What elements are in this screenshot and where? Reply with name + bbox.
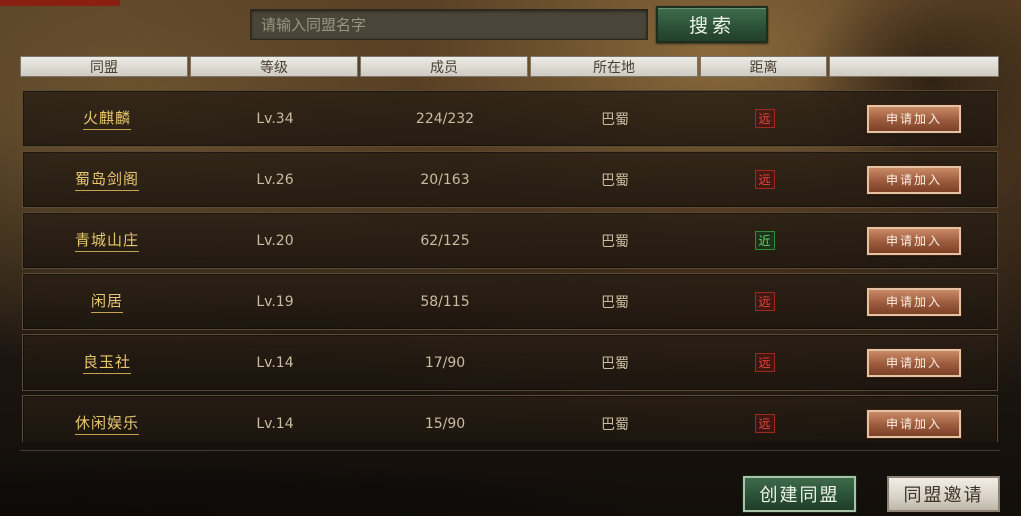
alliance-name[interactable]: 闲居 <box>90 290 123 313</box>
alliance-level-cell: Lv.19 <box>191 274 359 329</box>
alliance-level-cell: Lv.34 <box>191 91 359 146</box>
column-header-distance[interactable]: 距离 <box>700 56 827 77</box>
distance-badge: 远 <box>754 170 775 189</box>
alliance-location-cell: 巴蜀 <box>531 91 699 146</box>
apply-join-button[interactable]: 申请加入 <box>866 408 962 439</box>
column-header-action <box>829 56 999 77</box>
alliance-row[interactable]: 闲居 Lv.19 58/115 巴蜀 远 申请加入 <box>22 273 998 330</box>
alliance-members-cell: 20/163 <box>361 152 529 207</box>
list-divider <box>20 450 1000 451</box>
alliance-row[interactable]: 青城山庄 Lv.20 62/125 巴蜀 近 申请加入 <box>22 212 998 269</box>
alliance-members: 224/232 <box>415 110 475 127</box>
create-alliance-button[interactable]: 创建同盟 <box>742 475 857 513</box>
distance-cell: 远 <box>701 152 828 207</box>
alliance-location-cell: 巴蜀 <box>531 152 699 207</box>
action-cell: 申请加入 <box>830 335 998 390</box>
alliance-name-cell: 闲居 <box>23 274 191 329</box>
apply-join-button[interactable]: 申请加入 <box>866 286 962 317</box>
alliance-level-cell: Lv.20 <box>191 213 359 268</box>
alliance-level: Lv.14 <box>256 415 294 432</box>
alliance-members: 62/125 <box>420 232 470 249</box>
alliance-members: 15/90 <box>424 415 466 432</box>
alliance-members-cell: 15/90 <box>361 396 529 442</box>
alliance-location-cell: 巴蜀 <box>531 396 699 442</box>
alliance-level: Lv.20 <box>256 232 294 249</box>
alliance-members-cell: 62/125 <box>361 213 529 268</box>
distance-cell: 远 <box>701 396 828 442</box>
alliance-location-cell: 巴蜀 <box>531 213 699 268</box>
alliance-invite-button[interactable]: 同盟邀请 <box>887 476 1000 512</box>
alliance-row[interactable]: 休闲娱乐 Lv.14 15/90 巴蜀 远 申请加入 <box>22 395 998 442</box>
alliance-level: Lv.34 <box>256 110 294 127</box>
alliance-row[interactable]: 良玉社 Lv.14 17/90 巴蜀 远 申请加入 <box>22 334 998 391</box>
alliance-location-cell: 巴蜀 <box>531 274 699 329</box>
distance-cell: 近 <box>701 213 828 268</box>
alliance-location: 巴蜀 <box>601 355 629 372</box>
column-header-alliance[interactable]: 同盟 <box>20 56 188 77</box>
alliance-level: Lv.26 <box>256 171 294 188</box>
alliance-row[interactable]: 蜀岛剑阁 Lv.26 20/163 巴蜀 远 申请加入 <box>22 151 998 208</box>
action-cell: 申请加入 <box>830 91 998 146</box>
distance-cell: 远 <box>701 335 828 390</box>
alliance-location-cell: 巴蜀 <box>531 335 699 390</box>
action-cell: 申请加入 <box>830 274 998 329</box>
apply-join-button[interactable]: 申请加入 <box>866 225 962 256</box>
apply-join-button[interactable]: 申请加入 <box>866 103 962 134</box>
alliance-name-cell: 火麒麟 <box>23 91 191 146</box>
distance-cell: 远 <box>701 274 828 329</box>
alliance-location: 巴蜀 <box>601 172 629 189</box>
distance-badge: 远 <box>754 292 775 311</box>
alliance-location: 巴蜀 <box>601 111 629 128</box>
search-button[interactable]: 搜索 <box>656 6 768 43</box>
column-header-location[interactable]: 所在地 <box>530 56 698 77</box>
action-cell: 申请加入 <box>830 213 998 268</box>
alliance-level-cell: Lv.26 <box>191 152 359 207</box>
alliance-members-cell: 58/115 <box>361 274 529 329</box>
alliance-name-cell: 休闲娱乐 <box>23 396 191 442</box>
alliance-name-cell: 青城山庄 <box>23 213 191 268</box>
alliance-location: 巴蜀 <box>601 233 629 250</box>
alliance-members: 58/115 <box>420 293 470 310</box>
distance-badge: 远 <box>754 414 775 433</box>
alliance-members-cell: 224/232 <box>361 91 529 146</box>
action-cell: 申请加入 <box>830 152 998 207</box>
distance-badge: 远 <box>754 353 775 372</box>
alliance-level: Lv.14 <box>256 354 294 371</box>
alliance-name[interactable]: 火麒麟 <box>82 107 131 130</box>
distance-badge: 远 <box>754 109 775 128</box>
alliance-name[interactable]: 休闲娱乐 <box>74 412 139 435</box>
alliance-name[interactable]: 青城山庄 <box>74 229 139 252</box>
alliance-members: 17/90 <box>424 354 466 371</box>
column-header-level[interactable]: 等级 <box>190 56 358 77</box>
alliance-members: 20/163 <box>420 171 470 188</box>
top-accent-strip <box>0 0 120 6</box>
alliance-row[interactable]: 火麒麟 Lv.34 224/232 巴蜀 远 申请加入 <box>22 90 998 147</box>
action-cell: 申请加入 <box>830 396 998 442</box>
alliance-location: 巴蜀 <box>601 416 629 433</box>
alliance-name-cell: 蜀岛剑阁 <box>23 152 191 207</box>
distance-badge: 近 <box>754 231 775 250</box>
apply-join-button[interactable]: 申请加入 <box>866 347 962 378</box>
alliance-list[interactable]: 火麒麟 Lv.34 224/232 巴蜀远申请加入 蜀岛剑阁 Lv.26 20/163 巴蜀远… <box>20 88 1000 442</box>
alliance-members-cell: 17/90 <box>361 335 529 390</box>
alliance-name[interactable]: 良玉社 <box>82 351 131 374</box>
alliance-level-cell: Lv.14 <box>191 335 359 390</box>
alliance-search-input[interactable] <box>250 9 648 40</box>
alliance-level-cell: Lv.14 <box>191 396 359 442</box>
column-header-row: 同盟 等级 成员 所在地 距离 <box>20 56 999 78</box>
alliance-name[interactable]: 蜀岛剑阁 <box>74 168 139 191</box>
alliance-level: Lv.19 <box>256 293 294 310</box>
apply-join-button[interactable]: 申请加入 <box>866 164 962 195</box>
alliance-location: 巴蜀 <box>601 294 629 311</box>
column-header-members[interactable]: 成员 <box>360 56 528 77</box>
alliance-name-cell: 良玉社 <box>23 335 191 390</box>
distance-cell: 远 <box>701 91 828 146</box>
